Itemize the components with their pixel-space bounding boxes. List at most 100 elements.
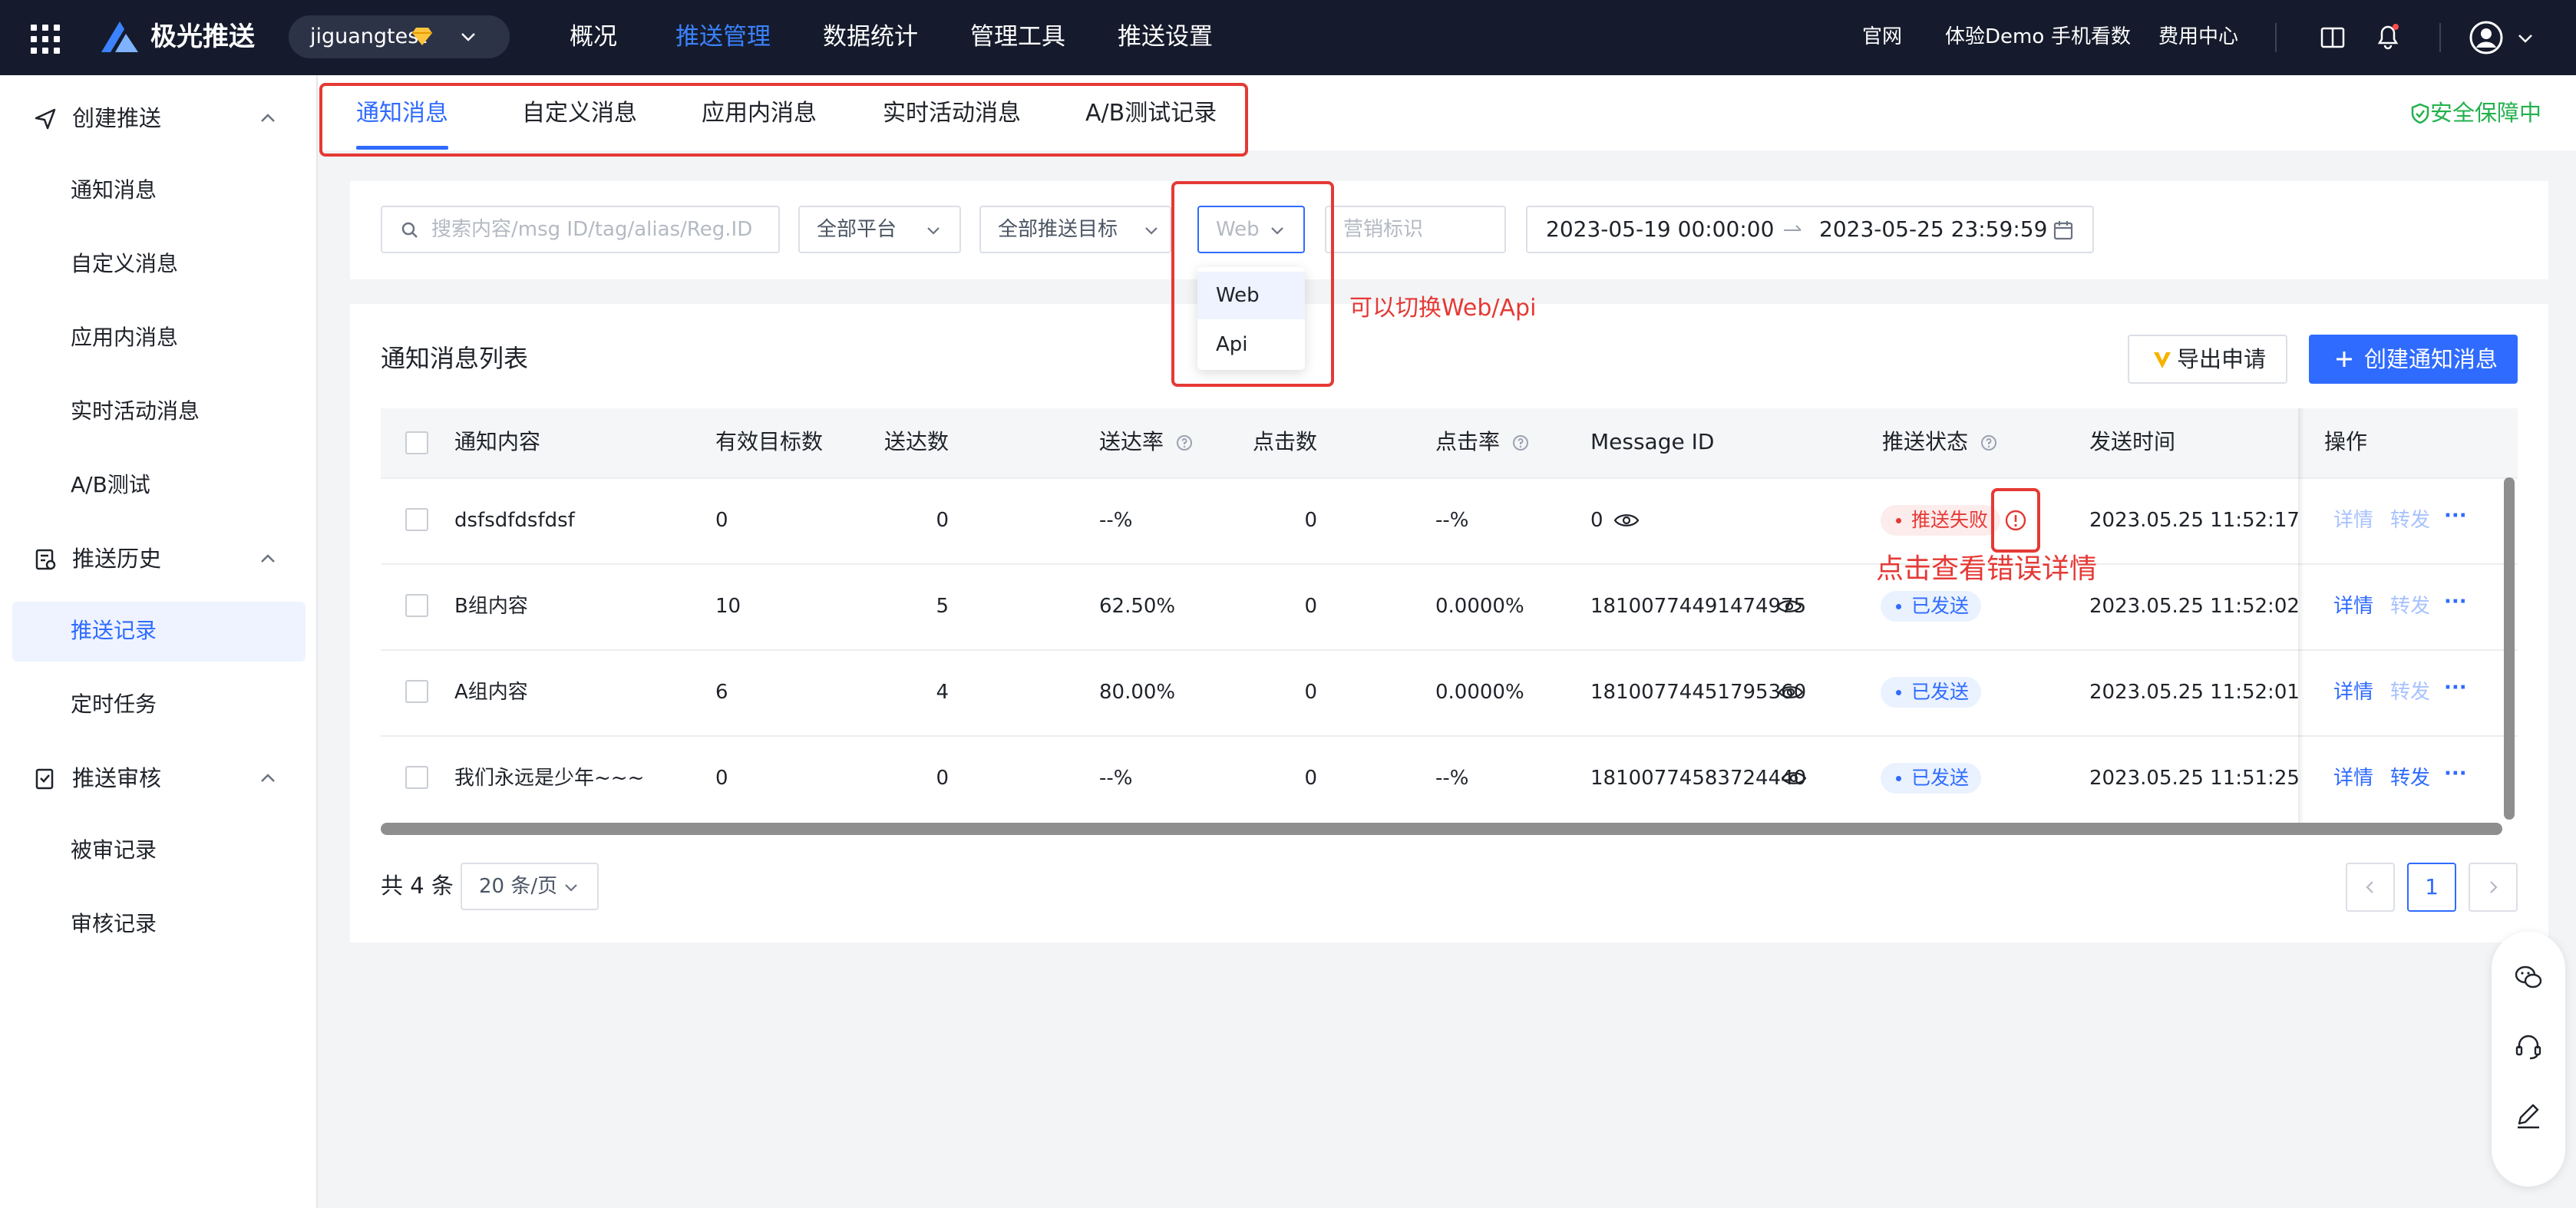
- more-actions-button[interactable]: ···: [2444, 500, 2467, 531]
- platform-select[interactable]: 全部平台: [798, 206, 961, 253]
- forward-link[interactable]: 转发: [2390, 591, 2430, 622]
- detail-link[interactable]: 详情: [2333, 591, 2373, 622]
- sidebar-item-push-records[interactable]: 推送记录: [71, 608, 157, 654]
- nav-statistics[interactable]: 数据统计: [823, 17, 918, 57]
- sidebar-item-in-app[interactable]: 应用内消息: [71, 315, 178, 361]
- next-page-button[interactable]: [2469, 863, 2518, 912]
- chevron-up-icon[interactable]: [259, 112, 276, 124]
- bell-icon[interactable]: [2375, 21, 2401, 51]
- cell-message-id: 18100774583724440: [1590, 767, 1807, 790]
- link-demo[interactable]: 体验Demo: [1945, 17, 2044, 57]
- detail-link[interactable]: 详情: [2333, 505, 2373, 536]
- select-all-checkbox[interactable]: [405, 431, 428, 454]
- export-label: 导出申请: [2177, 346, 2267, 372]
- app-switcher[interactable]: jiguangtest: [289, 15, 510, 58]
- more-actions-button[interactable]: ···: [2444, 672, 2467, 703]
- security-label: 安全保障中: [2430, 100, 2542, 126]
- eye-icon[interactable]: [1781, 769, 1807, 787]
- page-size-select[interactable]: 20 条/页: [461, 863, 599, 910]
- brand-name: 极光推送: [150, 21, 255, 52]
- chevron-left-icon: [2366, 881, 2373, 893]
- chevron-up-icon[interactable]: [259, 553, 276, 565]
- detail-link[interactable]: 详情: [2333, 677, 2373, 708]
- page-button-current[interactable]: 1: [2407, 863, 2456, 912]
- chevron-right-icon: [2490, 881, 2498, 893]
- list-title: 通知消息列表: [381, 344, 529, 373]
- sidebar-item-ab-test[interactable]: A/B测试: [71, 462, 150, 508]
- date-start: 2023-05-19 00:00:00: [1546, 216, 1775, 242]
- create-notification-button[interactable]: 创建通知消息: [2309, 335, 2518, 384]
- eye-icon[interactable]: [1613, 511, 1640, 530]
- col-status: 推送状态: [1882, 427, 1998, 457]
- chevron-up-icon[interactable]: [259, 772, 276, 784]
- book-icon[interactable]: [2320, 25, 2346, 51]
- vertical-scrollbar[interactable]: [2504, 477, 2515, 820]
- nav-overview[interactable]: 概况: [570, 17, 617, 57]
- search-input[interactable]: 搜索内容/msg ID/tag/alias/Reg.ID: [381, 206, 780, 253]
- more-actions-button[interactable]: ···: [2444, 586, 2467, 617]
- chevron-down-icon: [927, 227, 940, 235]
- link-official-site[interactable]: 官网: [1862, 17, 1902, 57]
- wechat-icon[interactable]: [2513, 962, 2544, 993]
- edit-icon[interactable]: [2513, 1101, 2544, 1131]
- sidebar-item-notification[interactable]: 通知消息: [71, 167, 157, 213]
- forward-link[interactable]: 转发: [2390, 505, 2430, 536]
- chevron-down-icon: [461, 33, 475, 41]
- nav-settings[interactable]: 推送设置: [1118, 17, 1213, 57]
- forward-link[interactable]: 转发: [2390, 677, 2430, 708]
- user-avatar-icon[interactable]: [2469, 20, 2504, 55]
- col-clicks: 点击数: [1253, 429, 1318, 454]
- row-checkbox[interactable]: [405, 680, 428, 703]
- cell-clicks: 0: [1304, 509, 1317, 532]
- link-billing[interactable]: 费用中心: [2158, 17, 2238, 57]
- marketing-tag-input[interactable]: 营销标识: [1325, 206, 1506, 253]
- cell-targets: 10: [715, 595, 741, 618]
- sidebar-item-scheduled[interactable]: 定时任务: [71, 682, 157, 728]
- forward-link[interactable]: 转发: [2390, 763, 2430, 794]
- cell-clicks: 0: [1304, 681, 1317, 704]
- link-mobile[interactable]: 手机看数: [2051, 17, 2131, 57]
- cell-message-id: 18100774491474975: [1590, 595, 1807, 618]
- cell-targets: 6: [715, 681, 728, 704]
- col-ctr-label: 点击率: [1435, 429, 1501, 454]
- nav-push-management[interactable]: 推送管理: [675, 17, 771, 57]
- help-icon[interactable]: [1175, 434, 1194, 452]
- cell-delivered: 4: [936, 681, 949, 704]
- prev-page-button[interactable]: [2346, 863, 2395, 912]
- list-panel: [350, 304, 2548, 942]
- sidebar-item-reviewed-records[interactable]: 被审记录: [71, 827, 157, 873]
- cell-ctr: --%: [1435, 767, 1469, 790]
- history-icon: [35, 549, 56, 570]
- customer-service-icon[interactable]: [2513, 1031, 2544, 1062]
- cell-send-time: 2023.05.25 11:51:25: [2089, 767, 2300, 790]
- cell-delivery-rate: --%: [1099, 509, 1133, 532]
- date-range-picker[interactable]: 2023-05-19 00:00:00 2023-05-25 23:59:59: [1526, 206, 2094, 253]
- annotation-error-hint: 点击查看错误详情: [1876, 553, 2098, 585]
- cell-delivered: 0: [936, 767, 949, 790]
- row-checkbox[interactable]: [405, 508, 428, 531]
- export-button[interactable]: 导出申请: [2128, 335, 2287, 384]
- cell-ctr: 0.0000%: [1435, 681, 1524, 704]
- send-icon: [35, 108, 56, 130]
- detail-link[interactable]: 详情: [2333, 763, 2373, 794]
- eye-icon[interactable]: [1778, 683, 1804, 701]
- help-icon[interactable]: [1980, 434, 1998, 452]
- cell-delivered: 5: [936, 595, 949, 618]
- highlight-box-tabs: [319, 83, 1248, 157]
- eye-icon[interactable]: [1776, 597, 1802, 616]
- row-checkbox[interactable]: [405, 766, 428, 789]
- col-ctr: 点击率: [1435, 427, 1530, 457]
- sidebar-item-audit-records[interactable]: 审核记录: [71, 901, 157, 947]
- row-checkbox[interactable]: [405, 594, 428, 617]
- nav-tools[interactable]: 管理工具: [970, 17, 1065, 57]
- col-delivery-rate: 送达率: [1099, 427, 1194, 457]
- horizontal-scrollbar[interactable]: [381, 823, 2502, 835]
- target-select[interactable]: 全部推送目标: [979, 206, 1171, 253]
- help-icon[interactable]: [1511, 434, 1530, 452]
- chevron-down-icon[interactable]: [2516, 29, 2535, 48]
- divider: [2275, 23, 2277, 52]
- app-grid-icon[interactable]: [31, 25, 60, 54]
- sidebar-item-custom[interactable]: 自定义消息: [71, 241, 178, 287]
- more-actions-button[interactable]: ···: [2444, 758, 2467, 789]
- sidebar-item-live-activity[interactable]: 实时活动消息: [71, 388, 200, 434]
